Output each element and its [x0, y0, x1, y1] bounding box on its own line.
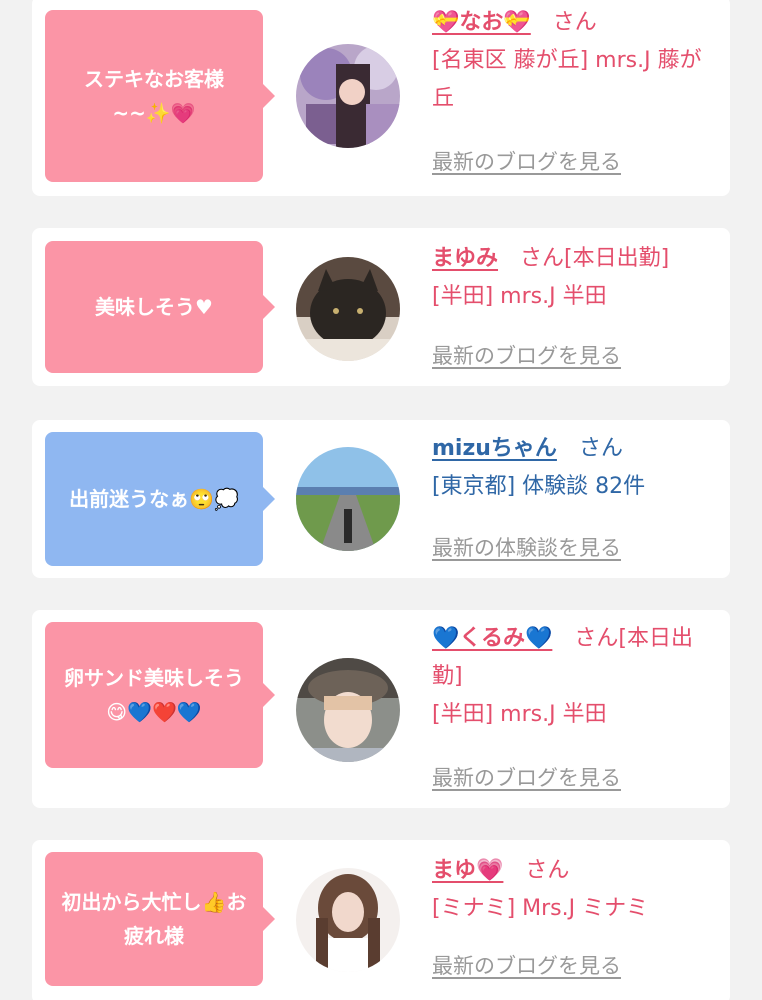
user-suffix: さん: [525, 858, 570, 883]
user-detail: [名東区 藤が丘] mrs.J 藤が丘: [432, 48, 702, 111]
user-name-link[interactable]: まゆみ: [432, 246, 498, 271]
post-card: ステキなお客様~~✨💗 💝なお💝 さん [名東区 藤が丘] mrs.J 藤が丘 最…: [32, 0, 730, 196]
user-name-link[interactable]: 💝なお💝: [432, 10, 531, 35]
post-info: 💙くるみ💙 さん[本日出勤] [半田] mrs.J 半田: [432, 620, 722, 734]
comment-bubble: 初出から大忙し👍お疲れ様: [45, 852, 275, 986]
user-detail: [半田] mrs.J 半田: [432, 284, 607, 309]
latest-review-link[interactable]: 最新の体験談を見る: [432, 532, 621, 562]
comment-bubble: 出前迷うなぁ🙄💭: [45, 432, 275, 566]
avatar[interactable]: [296, 447, 400, 551]
avatar[interactable]: [296, 658, 400, 762]
user-suffix: さん: [578, 436, 623, 461]
comment-bubble: ステキなお客様~~✨💗: [45, 10, 275, 182]
user-detail: [半田] mrs.J 半田: [432, 702, 607, 727]
user-detail: [ミナミ] Mrs.J ミナミ: [432, 896, 649, 921]
comment-bubble: 美味しそう♥: [45, 241, 275, 373]
post-card: 卵サンド美味しそう😋💙❤️💙 💙くるみ💙 さん[本日出勤] [半田] mrs.J …: [32, 610, 730, 808]
latest-blog-link[interactable]: 最新のブログを見る: [432, 950, 621, 980]
user-name-link[interactable]: まゆ💗: [432, 858, 503, 883]
avatar[interactable]: [296, 44, 400, 148]
user-suffix: さん[本日出勤]: [520, 246, 670, 271]
post-info: 💝なお💝 さん [名東区 藤が丘] mrs.J 藤が丘: [432, 4, 722, 118]
post-info: mizuちゃん さん [東京都] 体験談 82件: [432, 430, 722, 506]
post-card: 出前迷うなぁ🙄💭 mizuちゃん さん [東京都] 体験談 82件 最新の体験談を…: [32, 420, 730, 578]
user-name-link[interactable]: mizuちゃん: [432, 436, 557, 461]
post-info: まゆ💗 さん [ミナミ] Mrs.J ミナミ: [432, 852, 722, 928]
post-card: 美味しそう♥ まゆみ さん[本日出勤] [半田] mrs.J 半田 最新のブログを…: [32, 228, 730, 386]
user-suffix: さん: [552, 10, 597, 35]
comment-bubble: 卵サンド美味しそう😋💙❤️💙: [45, 622, 275, 768]
user-name-link[interactable]: 💙くるみ💙: [432, 626, 552, 651]
avatar[interactable]: [296, 868, 400, 972]
latest-blog-link[interactable]: 最新のブログを見る: [432, 762, 621, 792]
latest-blog-link[interactable]: 最新のブログを見る: [432, 340, 621, 370]
avatar[interactable]: [296, 257, 400, 361]
user-detail: [東京都] 体験談 82件: [432, 474, 646, 499]
post-card: 初出から大忙し👍お疲れ様 まゆ💗 さん [ミナミ] Mrs.J ミナミ 最新のブロ…: [32, 840, 730, 1000]
post-info: まゆみ さん[本日出勤] [半田] mrs.J 半田: [432, 240, 722, 316]
latest-blog-link[interactable]: 最新のブログを見る: [432, 146, 621, 176]
